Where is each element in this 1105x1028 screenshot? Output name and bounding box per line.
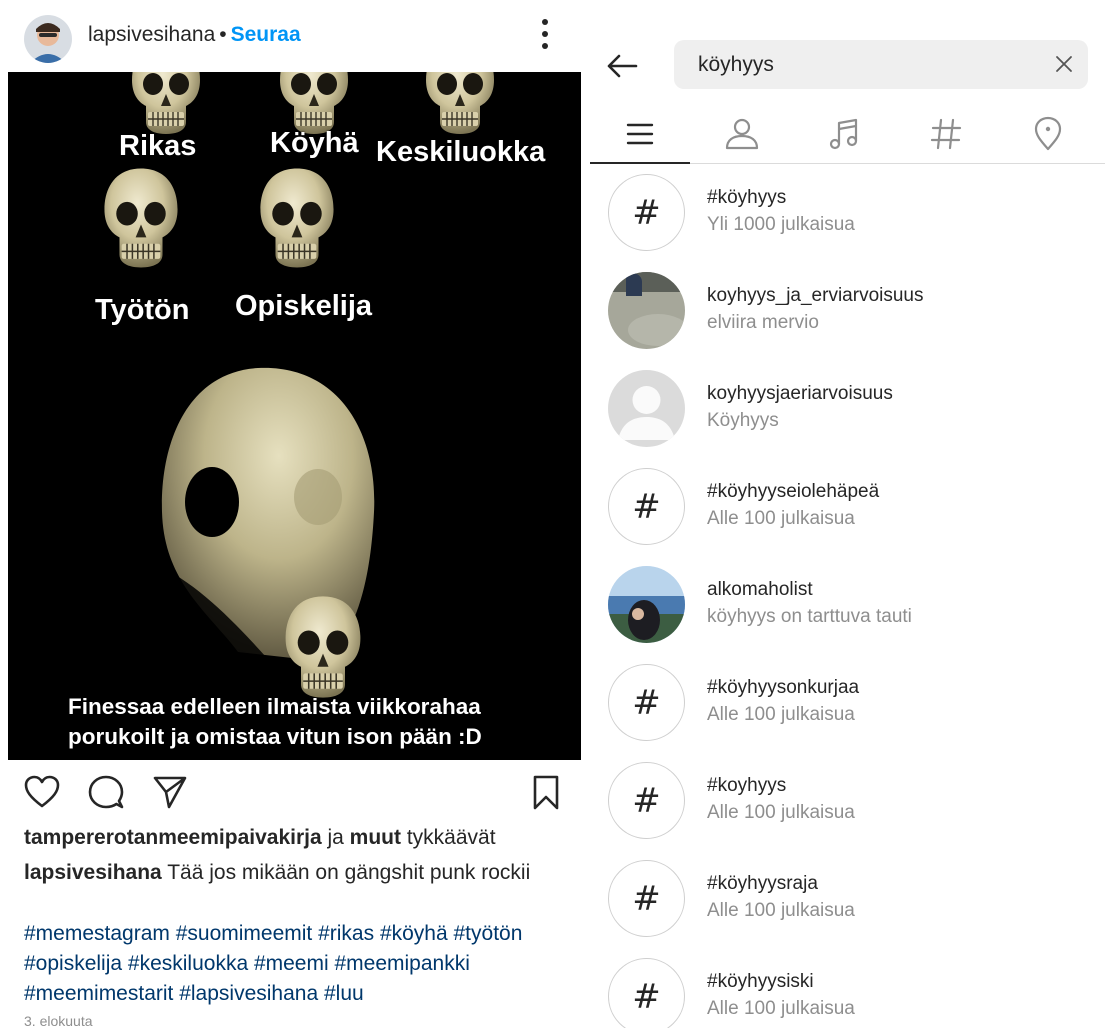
result-title: #koyhyys xyxy=(707,775,787,796)
result-title: koyhyys_ja_erviarvoisuus xyxy=(707,285,924,306)
clear-icon[interactable] xyxy=(1052,52,1076,76)
result-subtitle: elviira mervio xyxy=(707,312,819,333)
skull-opiskelija xyxy=(254,162,340,274)
result-subtitle: Alle 100 julkaisua xyxy=(707,508,855,529)
label-opiskelija: Opiskelija xyxy=(235,290,373,322)
result-item[interactable]: koyhyys_ja_erviarvoisuus elviira mervio xyxy=(590,266,1105,364)
post-header: lapsivesihana • Seuraa xyxy=(0,0,590,72)
meme-caption: Finessaa edelleen ilmaista viikkorahaa p… xyxy=(68,694,482,749)
result-subtitle: Alle 100 julkaisua xyxy=(707,900,855,921)
result-item[interactable]: koyhyysjaeriarvoisuus Köyhyys xyxy=(590,364,1105,462)
follow-button[interactable]: Seuraa xyxy=(231,23,301,46)
caption-line: lapsivesihana Tää jos mikään on gängshit… xyxy=(24,858,530,888)
search-filter-tabs xyxy=(590,108,1105,164)
separator-dot: • xyxy=(219,23,227,46)
label-keskiluokka: Keskiluokka xyxy=(376,136,546,168)
small-skull-bottom xyxy=(278,592,368,702)
result-subtitle: Alle 100 julkaisua xyxy=(707,704,855,725)
label-tyoton: Työtön xyxy=(95,294,190,326)
default-avatar xyxy=(608,370,685,447)
account-avatar xyxy=(608,272,685,349)
result-title: #köyhyysiski xyxy=(707,971,814,992)
tags-icon[interactable] xyxy=(896,108,996,163)
result-item[interactable]: # #koyhyys Alle 100 julkaisua xyxy=(590,756,1105,854)
result-subtitle: Alle 100 julkaisua xyxy=(707,998,855,1019)
comment-icon[interactable] xyxy=(86,772,126,812)
likes-line: tampererotanmeemipaivakirja ja muut tykk… xyxy=(24,823,496,853)
top-icon[interactable] xyxy=(590,108,690,164)
label-rikas: Rikas xyxy=(119,130,197,162)
skull-keskiluokka xyxy=(420,72,500,138)
avatar-image xyxy=(24,15,72,63)
label-koyha: Köyhä xyxy=(270,127,359,159)
hashtag-thumbnail: # xyxy=(608,762,685,839)
result-item[interactable]: alkomaholist köyhyys on tarttuva tauti xyxy=(590,560,1105,658)
post-username-line: lapsivesihana • Seuraa xyxy=(88,22,301,48)
search-input[interactable] xyxy=(698,50,1028,79)
result-title: #köyhyysonkurjaa xyxy=(707,677,860,698)
hashtag-thumbnail: # xyxy=(608,468,685,545)
result-item[interactable]: # #köyhyys Yli 1000 julkaisua xyxy=(590,168,1105,266)
share-icon[interactable] xyxy=(150,772,190,812)
caption-username[interactable]: lapsivesihana xyxy=(24,861,162,884)
liker-username[interactable]: tampererotanmeemipaivakirja xyxy=(24,826,322,849)
hashtag-thumbnail: # xyxy=(608,860,685,937)
result-title: koyhyysjaeriarvoisuus xyxy=(707,383,893,404)
audio-icon[interactable] xyxy=(794,108,894,163)
result-item[interactable]: # #köyhyysonkurjaa Alle 100 julkaisua xyxy=(590,658,1105,756)
bookmark-icon[interactable] xyxy=(526,772,566,812)
hashtag-thumbnail: # xyxy=(608,958,685,1028)
heart-icon[interactable] xyxy=(22,772,62,812)
search-box xyxy=(674,40,1088,89)
post-image[interactable]: Rikas Köyhä Keskiluokka Työtön Opiskelij… xyxy=(8,72,581,760)
places-icon[interactable] xyxy=(998,108,1098,163)
result-title: alkomaholist xyxy=(707,579,813,600)
caption-text: Tää jos mikään on gängshit punk rockii xyxy=(161,861,531,884)
result-subtitle: köyhyys on tarttuva tauti xyxy=(707,606,912,627)
search-panel: # #köyhyys Yli 1000 julkaisua koyhyys_ja… xyxy=(590,0,1105,1028)
result-subtitle: Yli 1000 julkaisua xyxy=(707,214,855,235)
post-actions xyxy=(0,772,590,820)
result-item[interactable]: # #köyhyysiski Alle 100 julkaisua xyxy=(590,952,1105,1028)
result-title: #köyhyys xyxy=(707,187,787,208)
more-options-icon[interactable] xyxy=(530,16,560,52)
likes-others-link[interactable]: muut xyxy=(350,826,401,849)
hashtag-thumbnail: # xyxy=(608,664,685,741)
post-username[interactable]: lapsivesihana xyxy=(88,23,215,46)
result-title: #köyhyyseiolehäpeä xyxy=(707,481,880,502)
result-subtitle: Köyhyys xyxy=(707,410,779,431)
likes-connector: ja xyxy=(321,826,350,849)
account-avatar xyxy=(608,566,685,643)
back-arrow-icon[interactable] xyxy=(604,48,640,84)
result-subtitle: Alle 100 julkaisua xyxy=(707,802,855,823)
skull-rikas xyxy=(126,72,206,138)
skull-tyoton xyxy=(98,162,184,274)
accounts-icon[interactable] xyxy=(692,108,792,163)
likes-suffix: tykkäävät xyxy=(400,826,496,849)
hashtag-thumbnail: # xyxy=(608,174,685,251)
avatar[interactable] xyxy=(24,15,72,63)
result-item[interactable]: # #köyhyysraja Alle 100 julkaisua xyxy=(590,854,1105,952)
post-panel: lapsivesihana • Seuraa Rikas Köyhä Keskilu… xyxy=(0,0,590,1028)
caption-hashtags[interactable]: #memestagram #suomimeemit #rikas #köyhä … xyxy=(24,919,574,1009)
post-date: 3. elokuuta xyxy=(24,1013,93,1028)
result-title: #köyhyysraja xyxy=(707,873,818,894)
result-item[interactable]: # #köyhyyseiolehäpeä Alle 100 julkaisua xyxy=(590,462,1105,560)
